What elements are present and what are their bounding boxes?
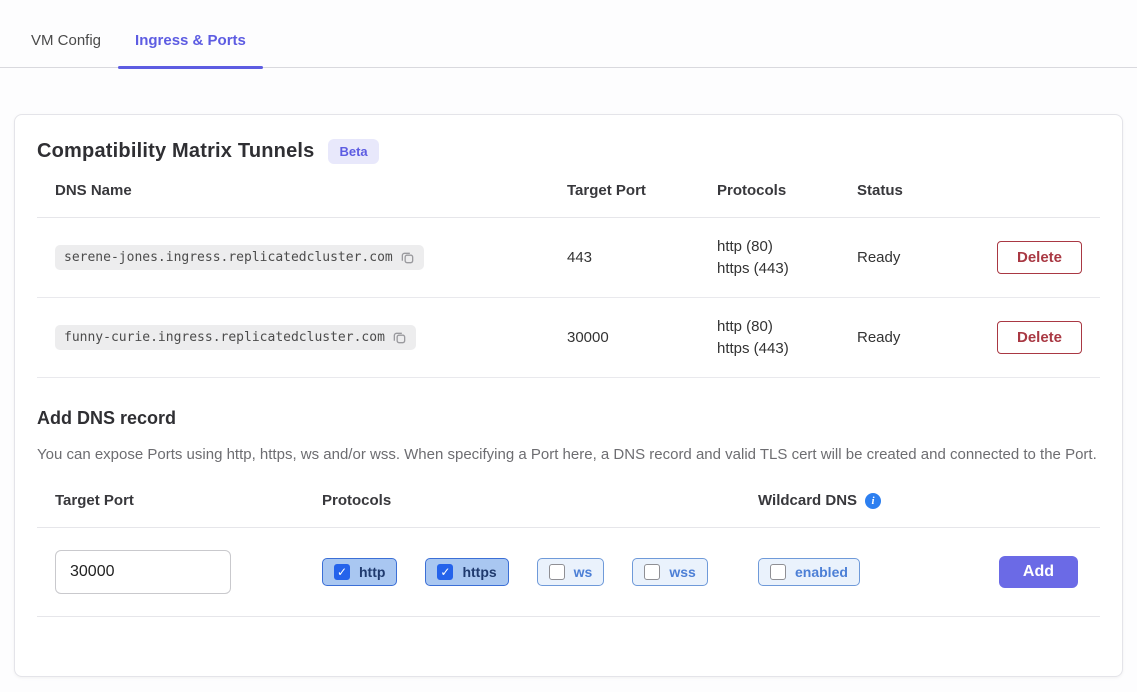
protocol-label: http	[359, 564, 385, 580]
protocol-line: http (80)	[717, 316, 839, 338]
protocol-line: https (443)	[717, 338, 839, 360]
target-port-cell: 443	[549, 249, 699, 266]
actions-cell: Delete	[979, 241, 1104, 274]
protocol-line: https (443)	[717, 258, 839, 280]
status-cell: Ready	[839, 329, 979, 346]
protocol-checkbox-http[interactable]: ✓ http	[322, 558, 397, 586]
protocol-checkbox-https[interactable]: ✓ https	[425, 558, 508, 586]
protocol-label: ws	[574, 564, 593, 580]
protocol-line: http (80)	[717, 236, 839, 258]
add-dns-description: You can expose Ports using http, https, …	[37, 443, 1100, 466]
col-header-target-port: Target Port	[549, 182, 699, 199]
target-port-field-cell	[37, 550, 304, 594]
checkbox-checked-icon: ✓	[437, 564, 453, 580]
tab-ingress-ports[interactable]: Ingress & Ports	[118, 18, 263, 67]
wildcard-enabled-checkbox[interactable]: enabled	[758, 558, 860, 586]
add-col-wildcard-dns: Wildcard DNS i	[740, 492, 1100, 509]
dns-name-pill: funny-curie.ingress.replicatedcluster.co…	[55, 325, 416, 350]
add-col-protocols: Protocols	[304, 492, 740, 509]
protocol-checkbox-wss[interactable]: wss	[632, 558, 707, 586]
add-dns-form-row: ✓ http ✓ https ws wss enabled Add	[37, 527, 1100, 617]
card-header: Compatibility Matrix Tunnels Beta	[37, 139, 1100, 164]
dns-name-cell: serene-jones.ingress.replicatedcluster.c…	[37, 245, 549, 270]
protocol-checkbox-ws[interactable]: ws	[537, 558, 605, 586]
delete-button[interactable]: Delete	[997, 321, 1082, 354]
target-port-cell: 30000	[549, 329, 699, 346]
beta-badge: Beta	[328, 139, 378, 164]
copy-icon[interactable]	[392, 330, 407, 345]
checkbox-unchecked-icon	[770, 564, 786, 580]
delete-button[interactable]: Delete	[997, 241, 1082, 274]
tunnels-table-header: DNS Name Target Port Protocols Status	[37, 182, 1100, 218]
checkbox-checked-icon: ✓	[334, 564, 350, 580]
table-row: funny-curie.ingress.replicatedcluster.co…	[37, 298, 1100, 378]
checkbox-unchecked-icon	[644, 564, 660, 580]
protocols-field-cell: ✓ http ✓ https ws wss	[304, 558, 740, 586]
protocols-cell: http (80) https (443)	[699, 236, 839, 280]
copy-icon[interactable]	[400, 250, 415, 265]
protocols-cell: http (80) https (443)	[699, 316, 839, 360]
checkbox-unchecked-icon	[549, 564, 565, 580]
wildcard-and-submit-cell: enabled Add	[740, 556, 1100, 588]
protocol-label: https	[462, 564, 496, 580]
actions-cell: Delete	[979, 321, 1104, 354]
tab-bar: VM Config Ingress & Ports	[0, 0, 1137, 68]
protocol-label: wss	[669, 564, 695, 580]
info-icon[interactable]: i	[865, 493, 881, 509]
add-button[interactable]: Add	[999, 556, 1078, 588]
col-header-status: Status	[839, 182, 979, 199]
col-header-protocols: Protocols	[699, 182, 839, 199]
wildcard-enabled-label: enabled	[795, 564, 848, 580]
add-dns-header-row: Target Port Protocols Wildcard DNS i	[37, 492, 1100, 527]
tunnels-card: Compatibility Matrix Tunnels Beta DNS Na…	[14, 114, 1123, 677]
target-port-input[interactable]	[55, 550, 231, 594]
dns-name-text: funny-curie.ingress.replicatedcluster.co…	[64, 330, 385, 345]
wildcard-dns-label: Wildcard DNS	[758, 492, 857, 509]
dns-name-text: serene-jones.ingress.replicatedcluster.c…	[64, 250, 393, 265]
add-dns-title: Add DNS record	[37, 408, 1100, 429]
dns-name-pill: serene-jones.ingress.replicatedcluster.c…	[55, 245, 424, 270]
status-cell: Ready	[839, 249, 979, 266]
col-header-dns-name: DNS Name	[37, 182, 549, 199]
card-title: Compatibility Matrix Tunnels	[37, 140, 314, 163]
tab-vm-config[interactable]: VM Config	[14, 18, 118, 67]
add-col-target-port: Target Port	[37, 492, 304, 509]
table-row: serene-jones.ingress.replicatedcluster.c…	[37, 218, 1100, 298]
dns-name-cell: funny-curie.ingress.replicatedcluster.co…	[37, 325, 549, 350]
